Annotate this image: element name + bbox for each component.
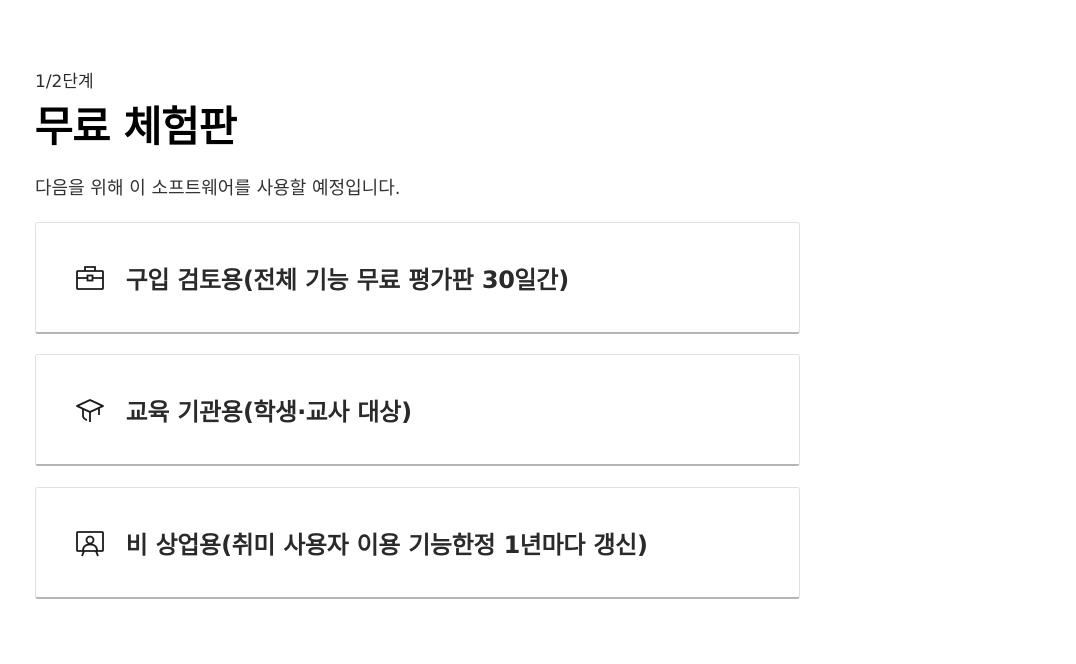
option-label: 교육 기관용(학생·교사 대상)	[126, 398, 412, 426]
page-title: 무료 체험판	[35, 102, 238, 151]
briefcase-icon	[74, 262, 106, 294]
option-non-commercial[interactable]: 비 상업용(취미 사용자 이용 기능한정 1년마다 갱신)	[35, 487, 800, 599]
option-label: 비 상업용(취미 사용자 이용 기능한정 1년마다 갱신)	[126, 531, 648, 559]
option-education[interactable]: 교육 기관용(학생·교사 대상)	[35, 354, 800, 466]
step-indicator: 1/2단계	[35, 72, 94, 92]
option-label: 구입 검토용(전체 기능 무료 평가판 30일간)	[126, 266, 569, 294]
presenter-icon	[74, 527, 106, 559]
usage-options: 구입 검토용(전체 기능 무료 평가판 30일간) 교육 기관용(학생·교사 대…	[35, 222, 800, 599]
graduation-cap-icon	[74, 394, 106, 426]
option-purchase-evaluation[interactable]: 구입 검토용(전체 기능 무료 평가판 30일간)	[35, 222, 800, 334]
page-subtitle: 다음을 위해 이 소프트웨어를 사용할 예정입니다.	[35, 178, 401, 199]
trial-page: 1/2단계 무료 체험판 다음을 위해 이 소프트웨어를 사용할 예정입니다. …	[35, 70, 800, 619]
